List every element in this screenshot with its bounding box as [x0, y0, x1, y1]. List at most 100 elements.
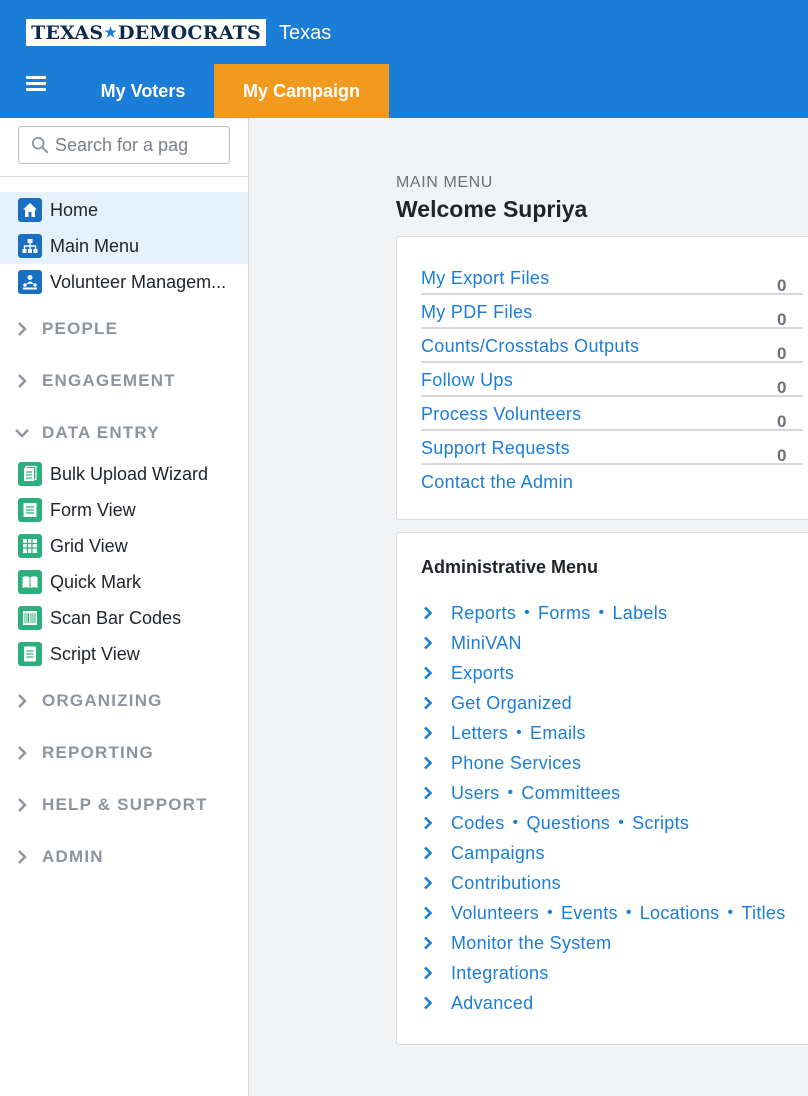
admin-link[interactable]: Forms	[538, 603, 591, 624]
sidebar-item-label: Main Menu	[50, 235, 140, 256]
stat-label[interactable]: Process Volunteers	[421, 404, 581, 425]
sidebar-item-scan-bar-codes[interactable]: Scan Bar Codes	[0, 600, 248, 636]
sidebar-item-quick-mark[interactable]: Quick Mark	[0, 564, 248, 600]
separator-dot: •	[618, 814, 625, 831]
section-help-support[interactable]: HELP & SUPPORT	[0, 787, 248, 823]
admin-link[interactable]: Events	[561, 903, 618, 924]
admin-row: Integrations	[421, 958, 549, 988]
chevron-right-icon	[18, 322, 27, 336]
admin-link[interactable]: Volunteers	[451, 903, 539, 924]
admin-row: Phone Services	[421, 748, 581, 778]
section-label: HELP & SUPPORT	[42, 795, 208, 814]
section-admin[interactable]: ADMIN	[0, 839, 248, 875]
stat-label[interactable]: My Export Files	[421, 268, 550, 289]
admin-link[interactable]: MiniVAN	[451, 633, 522, 654]
chevron-right-icon	[424, 996, 433, 1010]
chevron-right-icon	[424, 906, 433, 920]
admin-link[interactable]: Contributions	[451, 873, 561, 894]
separator-dot: •	[516, 724, 523, 741]
admin-link[interactable]: Users	[451, 783, 500, 804]
separator-dot: •	[507, 784, 514, 801]
admin-row: MiniVAN	[421, 628, 522, 658]
admin-link[interactable]: Emails	[530, 723, 586, 744]
admin-link[interactable]: Phone Services	[451, 753, 581, 774]
stat-row-crosstabs[interactable]: Counts/Crosstabs Outputs 0	[421, 329, 803, 363]
admin-link[interactable]: Reports	[451, 603, 516, 624]
form-view-icon	[18, 498, 42, 522]
sidebar-item-form-view[interactable]: Form View	[0, 492, 248, 528]
admin-row: Campaigns	[421, 838, 545, 868]
chevron-right-icon	[18, 374, 27, 388]
admin-row: Monitor the System	[421, 928, 611, 958]
texas-democrats-logo[interactable]: TEXAS★DEMOCRATS	[26, 19, 266, 46]
chevron-right-icon	[424, 966, 433, 980]
stat-row-process-volunteers[interactable]: Process Volunteers 0	[421, 397, 803, 431]
bulk-upload-icon	[18, 462, 42, 486]
admin-link[interactable]: Committees	[521, 783, 620, 804]
section-engagement[interactable]: ENGAGEMENT	[0, 363, 248, 399]
admin-link[interactable]: Codes	[451, 813, 505, 834]
sidebar-divider	[0, 176, 248, 177]
admin-link[interactable]: Get Organized	[451, 693, 572, 714]
sidebar-item-volunteer-management[interactable]: Volunteer Managem...	[0, 264, 248, 300]
stat-label[interactable]: Counts/Crosstabs Outputs	[421, 336, 639, 357]
volunteer-icon	[18, 270, 42, 294]
section-organizing[interactable]: ORGANIZING	[0, 683, 248, 719]
stat-label[interactable]: Support Requests	[421, 438, 570, 459]
sidebar-item-label: Grid View	[50, 535, 128, 556]
sidebar-item-label: Scan Bar Codes	[50, 607, 182, 628]
stat-row-pdf-files[interactable]: My PDF Files 0	[421, 295, 803, 329]
stat-label[interactable]: Follow Ups	[421, 370, 513, 391]
tab-my-campaign[interactable]: My Campaign	[214, 64, 389, 118]
admin-link[interactable]: Labels	[612, 603, 667, 624]
search-icon	[31, 136, 49, 154]
sidebar-item-main-menu[interactable]: Main Menu	[0, 228, 248, 264]
admin-link[interactable]: Campaigns	[451, 843, 545, 864]
sidebar-item-label: Home	[50, 199, 99, 220]
admin-row: Get Organized	[421, 688, 572, 718]
sidebar-item-home[interactable]: Home	[0, 192, 248, 228]
search-input[interactable]	[55, 134, 205, 156]
chevron-right-icon	[424, 606, 433, 620]
admin-row: Contributions	[421, 868, 561, 898]
section-label: REPORTING	[42, 743, 154, 762]
admin-link[interactable]: Monitor the System	[451, 933, 611, 954]
section-people[interactable]: PEOPLE	[0, 311, 248, 347]
logo-text: TEXAS★DEMOCRATS	[31, 21, 261, 44]
section-reporting[interactable]: REPORTING	[0, 735, 248, 771]
admin-link[interactable]: Exports	[451, 663, 514, 684]
admin-link[interactable]: Locations	[640, 903, 720, 924]
admin-link[interactable]: Scripts	[632, 813, 689, 834]
section-label: ADMIN	[42, 847, 104, 866]
admin-row: Reports • Forms • Labels	[421, 598, 667, 628]
stat-row-contact-admin[interactable]: Contact the Admin	[421, 465, 803, 499]
sidebar-item-label: Volunteer Managem...	[50, 271, 227, 292]
admin-link[interactable]: Questions	[526, 813, 610, 834]
separator-dot: •	[727, 904, 734, 921]
admin-row: Exports	[421, 658, 514, 688]
stat-row-support-requests[interactable]: Support Requests 0	[421, 431, 803, 465]
admin-link[interactable]: Integrations	[451, 963, 549, 984]
chevron-right-icon	[424, 726, 433, 740]
sidebar-item-bulk-upload-wizard[interactable]: Bulk Upload Wizard	[0, 456, 248, 492]
section-label: PEOPLE	[42, 319, 119, 338]
breadcrumb: MAIN MENU	[396, 174, 493, 191]
admin-link[interactable]: Letters	[451, 723, 508, 744]
stat-row-follow-ups[interactable]: Follow Ups 0	[421, 363, 803, 397]
tab-my-voters[interactable]: My Voters	[76, 64, 210, 118]
section-data-entry[interactable]: DATA ENTRY	[0, 415, 248, 451]
admin-row: Users • Committees	[421, 778, 620, 808]
stat-label[interactable]: Contact the Admin	[421, 472, 573, 493]
chevron-right-icon	[424, 666, 433, 680]
admin-link[interactable]: Titles	[741, 903, 785, 924]
chevron-right-icon	[424, 876, 433, 890]
hamburger-menu-icon[interactable]	[26, 76, 46, 92]
sidebar-item-label: Bulk Upload Wizard	[50, 463, 209, 484]
stat-label[interactable]: My PDF Files	[421, 302, 533, 323]
stat-row-export-files[interactable]: My Export Files 0	[421, 261, 803, 295]
sidebar-item-grid-view[interactable]: Grid View	[0, 528, 248, 564]
admin-link[interactable]: Advanced	[451, 993, 533, 1014]
sidebar-item-script-view[interactable]: Script View	[0, 636, 248, 672]
separator-dot: •	[625, 904, 632, 921]
texas-star-icon: ★	[104, 24, 118, 41]
